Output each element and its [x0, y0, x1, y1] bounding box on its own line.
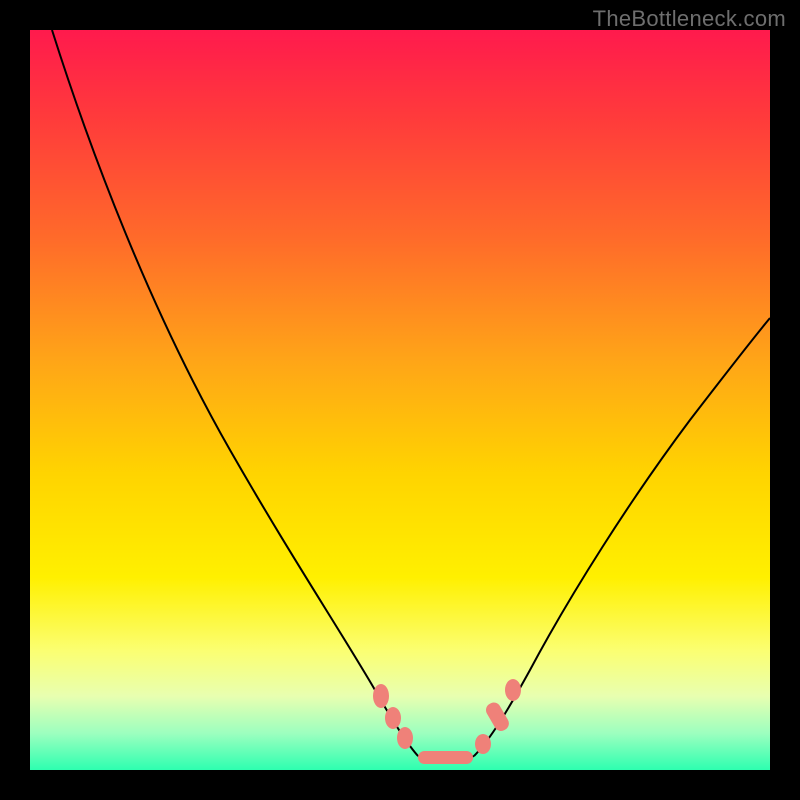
- chart-svg: [30, 30, 770, 770]
- marker-dot-right-1: [475, 734, 491, 754]
- outer-frame: TheBottleneck.com: [0, 0, 800, 800]
- marker-dot-right-2: [505, 679, 521, 701]
- marker-dot-left-1: [373, 684, 389, 708]
- marker-pill-center: [418, 751, 473, 764]
- watermark-text: TheBottleneck.com: [593, 6, 786, 32]
- marker-dot-left-2: [385, 707, 401, 729]
- left-curve: [52, 30, 418, 756]
- marker-pill-right: [483, 700, 511, 733]
- marker-dot-left-3: [397, 727, 413, 749]
- plot-area: [30, 30, 770, 770]
